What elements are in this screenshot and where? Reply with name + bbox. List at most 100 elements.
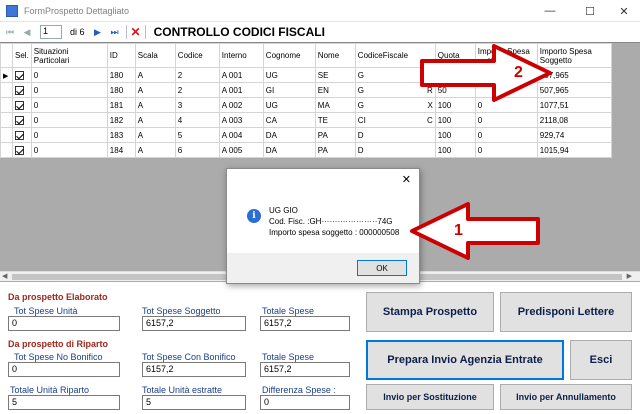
ok-button[interactable]: OK — [357, 260, 407, 276]
cell[interactable]: PA — [314, 142, 356, 158]
sel-cell[interactable] — [12, 67, 32, 83]
cell[interactable]: 4 — [174, 112, 220, 128]
close-window-button[interactable]: ✕ — [606, 0, 640, 22]
cell[interactable]: TE — [314, 112, 356, 128]
tot-spese-soggetto-field[interactable]: 6157,2 — [142, 316, 246, 331]
checkbox[interactable] — [15, 145, 24, 155]
cell[interactable]: 0 — [30, 82, 108, 98]
scroll-left-icon[interactable]: ◀ — [2, 272, 7, 280]
cell[interactable]: 1015,94 — [536, 142, 612, 158]
cell[interactable]: A — [134, 142, 176, 158]
cell[interactable]: A 004 — [218, 127, 264, 143]
cell[interactable]: A 001 — [218, 67, 264, 83]
next-record-icon[interactable]: ▶ — [91, 25, 105, 39]
cell[interactable]: 6 — [174, 142, 220, 158]
cell[interactable]: A — [134, 97, 176, 113]
last-record-icon[interactable]: ⏭ — [108, 25, 122, 39]
cell[interactable]: 2 — [174, 82, 220, 98]
column-header-interno[interactable]: Interno — [218, 43, 264, 68]
cell[interactable]: A — [134, 112, 176, 128]
row-header[interactable] — [0, 97, 13, 113]
predisponi-lettere-button[interactable]: Predisponi Lettere — [500, 292, 632, 332]
riparto-totale-spese-field[interactable]: 6157,2 — [260, 362, 350, 377]
cell[interactable]: 180 — [106, 67, 136, 83]
column-header-scala[interactable]: Scala — [134, 43, 176, 68]
cell[interactable]: 100 — [434, 127, 476, 143]
sel-cell[interactable] — [12, 97, 32, 113]
cell[interactable]: UG — [262, 97, 316, 113]
unita-estratte-field[interactable]: 5 — [142, 395, 246, 410]
cell[interactable]: 0 — [474, 112, 538, 128]
cell[interactable]: A — [134, 82, 176, 98]
maximize-button[interactable]: ☐ — [572, 0, 608, 22]
cell[interactable]: A 001 — [218, 82, 264, 98]
cell[interactable]: 2118,08 — [536, 112, 612, 128]
previous-record-icon[interactable]: ◀ — [20, 25, 34, 39]
cell[interactable]: 0 — [30, 67, 108, 83]
no-bonifico-field[interactable]: 0 — [8, 362, 120, 377]
cell[interactable]: D — [354, 127, 436, 143]
cell[interactable]: A 005 — [218, 142, 264, 158]
cell[interactable]: 100 — [434, 142, 476, 158]
row-header[interactable] — [0, 142, 13, 158]
cell[interactable]: 182 — [106, 112, 136, 128]
cell[interactable]: MA — [314, 97, 356, 113]
table-row[interactable]: 0 183 A 5 A 004 DA PA D 100 0 929,74 — [0, 127, 612, 143]
cell[interactable]: 181 — [106, 97, 136, 113]
cell[interactable]: DA — [262, 127, 316, 143]
checkbox[interactable] — [15, 70, 24, 80]
prepara-invio-agenzia-button[interactable]: Prepara Invio Agenzia Entrate — [366, 340, 564, 380]
cell[interactable]: A — [134, 67, 176, 83]
checkbox[interactable] — [15, 130, 24, 140]
row-header[interactable] — [0, 127, 13, 143]
cell[interactable]: 0 — [474, 142, 538, 158]
row-header[interactable]: ▶ — [0, 67, 13, 83]
sel-cell[interactable] — [12, 112, 32, 128]
table-row[interactable]: 0 182 A 4 A 003 CA TE CI C 100 0 2118,08 — [0, 112, 612, 128]
cell[interactable]: 929,74 — [536, 127, 612, 143]
checkbox[interactable] — [15, 85, 24, 95]
cell[interactable]: SE — [314, 67, 356, 83]
cell[interactable]: GI — [262, 82, 316, 98]
row-header[interactable] — [0, 112, 13, 128]
cell[interactable]: 0 — [30, 142, 108, 158]
sel-cell[interactable] — [12, 142, 32, 158]
column-header-sel[interactable]: Sel. — [12, 43, 32, 68]
con-bonifico-field[interactable]: 6157,2 — [142, 362, 246, 377]
cell[interactable]: D — [354, 142, 436, 158]
column-header-cognome[interactable]: Cognome — [262, 43, 316, 68]
invio-annullamento-button[interactable]: Invio per Annullamento — [500, 384, 632, 410]
cell[interactable]: PA — [314, 127, 356, 143]
differenza-field[interactable]: 0 — [260, 395, 350, 410]
delete-icon[interactable]: ✕ — [131, 25, 141, 39]
unita-riparto-field[interactable]: 5 — [8, 395, 120, 410]
totale-spese-field[interactable]: 6157,2 — [260, 316, 350, 331]
column-header-nome[interactable]: Nome — [314, 43, 356, 68]
cell[interactable]: 100 — [434, 112, 476, 128]
column-header-codice[interactable]: Codice — [174, 43, 220, 68]
invio-sostituzione-button[interactable]: Invio per Sostituzione — [366, 384, 494, 410]
column-header-situazioni[interactable]: Situazioni Particolari — [30, 43, 108, 68]
cell[interactable]: CA — [262, 112, 316, 128]
row-header[interactable] — [0, 82, 13, 98]
cell[interactable]: 180 — [106, 82, 136, 98]
checkbox[interactable] — [15, 100, 24, 110]
esci-button[interactable]: Esci — [570, 340, 632, 380]
first-record-icon[interactable]: ⏮ — [3, 25, 17, 39]
tot-spese-unita-field[interactable]: 0 — [8, 316, 120, 331]
cell[interactable]: 184 — [106, 142, 136, 158]
sel-cell[interactable] — [12, 127, 32, 143]
cell[interactable]: A 003 — [218, 112, 264, 128]
cell[interactable]: A 002 — [218, 97, 264, 113]
cell[interactable]: 0 — [474, 127, 538, 143]
record-position-input[interactable]: 1 — [40, 25, 62, 39]
cell[interactable]: 0 — [30, 97, 108, 113]
cell[interactable]: A — [134, 127, 176, 143]
cell[interactable]: 3 — [174, 97, 220, 113]
cell[interactable]: 0 — [30, 112, 108, 128]
cell[interactable]: 5 — [174, 127, 220, 143]
column-header-id[interactable]: ID — [106, 43, 136, 68]
cell[interactable]: 2 — [174, 67, 220, 83]
cell[interactable]: UG — [262, 67, 316, 83]
scroll-right-icon[interactable]: ▶ — [627, 272, 632, 280]
